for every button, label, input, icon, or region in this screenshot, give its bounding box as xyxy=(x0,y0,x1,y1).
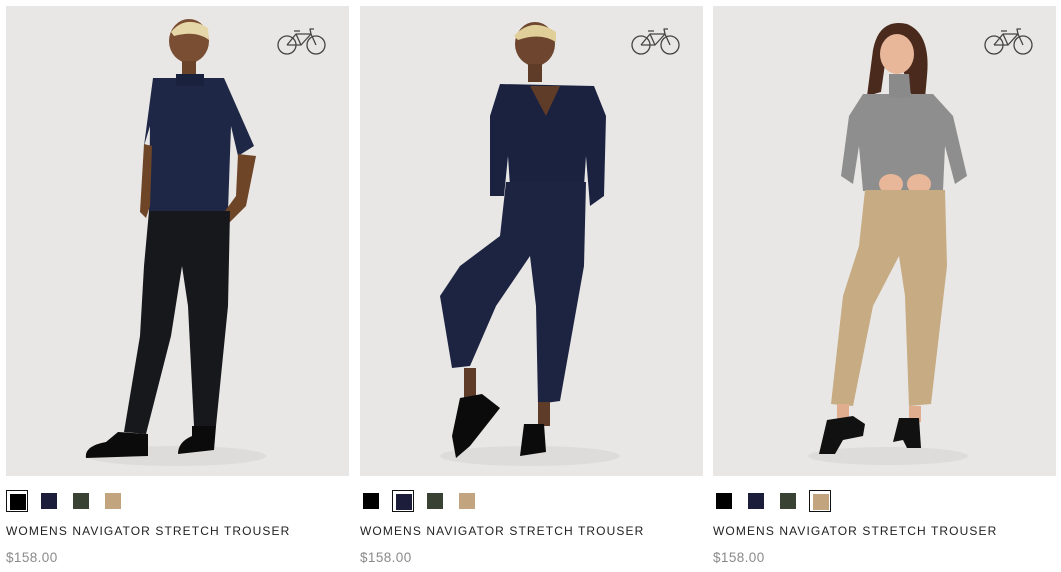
swatch-navy[interactable] xyxy=(38,490,60,512)
product-image[interactable] xyxy=(6,6,349,476)
product-price: $158.00 xyxy=(6,550,58,565)
swatch-navy[interactable] xyxy=(392,490,414,512)
swatch-khaki[interactable] xyxy=(456,490,478,512)
product-price: $158.00 xyxy=(360,550,412,565)
product-grid: WOMENS NAVIGATOR STRETCH TROUSER $158.00 xyxy=(6,6,1056,572)
swatch-olive[interactable] xyxy=(777,490,799,512)
product-card[interactable]: WOMENS NAVIGATOR STRETCH TROUSER $158.00 xyxy=(713,6,1056,572)
swatch-khaki[interactable] xyxy=(102,490,124,512)
color-swatches xyxy=(6,490,206,512)
product-title[interactable]: WOMENS NAVIGATOR STRETCH TROUSER xyxy=(713,524,997,538)
product-image[interactable] xyxy=(360,6,703,476)
swatch-black[interactable] xyxy=(6,490,28,512)
product-title[interactable]: WOMENS NAVIGATOR STRETCH TROUSER xyxy=(6,524,290,538)
bicycle-icon xyxy=(631,28,680,55)
color-swatches xyxy=(360,490,560,512)
swatch-navy[interactable] xyxy=(745,490,767,512)
product-card[interactable]: WOMENS NAVIGATOR STRETCH TROUSER $158.00 xyxy=(6,6,349,572)
model-in-black-trousers xyxy=(85,19,266,466)
bicycle-icon xyxy=(277,28,326,55)
bicycle-icon xyxy=(984,28,1033,55)
model-in-khaki-trousers xyxy=(808,23,968,465)
swatch-black[interactable] xyxy=(360,490,382,512)
product-title[interactable]: WOMENS NAVIGATOR STRETCH TROUSER xyxy=(360,524,644,538)
swatch-black[interactable] xyxy=(713,490,735,512)
swatch-olive[interactable] xyxy=(70,490,92,512)
product-card[interactable]: WOMENS NAVIGATOR STRETCH TROUSER $158.00 xyxy=(360,6,703,572)
swatch-khaki[interactable] xyxy=(809,490,831,512)
product-price: $158.00 xyxy=(713,550,765,565)
swatch-olive[interactable] xyxy=(424,490,446,512)
color-swatches xyxy=(713,490,913,512)
model-in-navy-trousers xyxy=(440,22,620,466)
product-image[interactable] xyxy=(713,6,1056,476)
